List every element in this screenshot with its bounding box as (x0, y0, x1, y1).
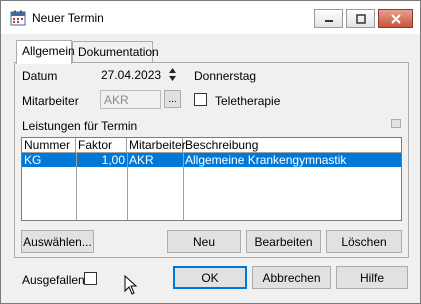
tab-allgemein[interactable]: Allgemein (16, 40, 75, 64)
weekday-label: Donnerstag (194, 69, 257, 83)
loeschen-button[interactable]: Löschen (326, 230, 402, 253)
leistungen-label: Leistungen für Termin (22, 119, 138, 133)
cell-faktor: 1,00 (101, 153, 125, 167)
cell-mitarbeiter: AKR (129, 153, 154, 167)
window-title: Neuer Termin (32, 11, 104, 25)
table-row[interactable]: KG 1,00 AKR Allgemeine Krankengymnastik (22, 153, 401, 167)
mitarbeiter-label: Mitarbeiter (22, 94, 79, 108)
cell-nummer: KG (24, 153, 42, 167)
column-mitarbeiter[interactable]: Mitarbeiter (127, 138, 186, 153)
table-header: Nummer Faktor Mitarbeiter Beschreibung (22, 138, 401, 153)
maximize-button[interactable] (346, 9, 375, 28)
cell-beschreibung: Allgemeine Krankengymnastik (185, 153, 347, 167)
title-bar[interactable]: Neuer Termin (1, 1, 420, 34)
spin-down-icon[interactable] (166, 74, 178, 82)
datum-spinner[interactable] (166, 66, 178, 83)
column-divider (76, 153, 77, 220)
auswaehlen-button[interactable]: Auswählen... (21, 230, 94, 253)
teletherapie-label: Teletherapie (215, 94, 281, 108)
minimize-icon (324, 19, 333, 22)
bearbeiten-button[interactable]: Bearbeiten (246, 230, 321, 253)
close-icon (390, 13, 401, 24)
maximize-icon (355, 13, 366, 24)
ok-button[interactable]: OK (173, 266, 247, 289)
spin-up-icon[interactable] (166, 66, 178, 74)
close-button[interactable] (378, 9, 413, 28)
leistungen-table: Nummer Faktor Mitarbeiter Beschreibung K… (21, 137, 402, 221)
minimize-button[interactable] (314, 9, 343, 28)
column-divider (183, 153, 184, 220)
teletherapie-checkbox[interactable] (194, 93, 207, 106)
column-beschreibung[interactable]: Beschreibung (183, 138, 401, 153)
datum-label: Datum (22, 69, 58, 83)
mitarbeiter-field[interactable]: AKR (100, 90, 161, 109)
mitarbeiter-browse-button[interactable]: ... (164, 90, 181, 108)
hilfe-button[interactable]: Hilfe (336, 266, 408, 289)
tab-dokumentation[interactable]: Dokumentation (72, 41, 159, 63)
column-divider (127, 153, 128, 220)
calendar-icon (10, 10, 26, 26)
dialog-window: Neuer Termin Allgemein Dokumentation Dat… (0, 0, 421, 304)
datum-field[interactable]: 27.04.2023 (100, 66, 166, 85)
ausgefallen-label: Ausgefallen (22, 273, 85, 287)
column-nummer[interactable]: Nummer (22, 138, 76, 153)
leistungen-collapse-button[interactable] (391, 119, 401, 128)
mouse-cursor-icon (124, 275, 138, 295)
abbrechen-button[interactable]: Abbrechen (252, 266, 331, 289)
column-faktor[interactable]: Faktor (76, 138, 127, 153)
ausgefallen-checkbox[interactable] (84, 272, 97, 285)
neu-button[interactable]: Neu (167, 230, 241, 253)
